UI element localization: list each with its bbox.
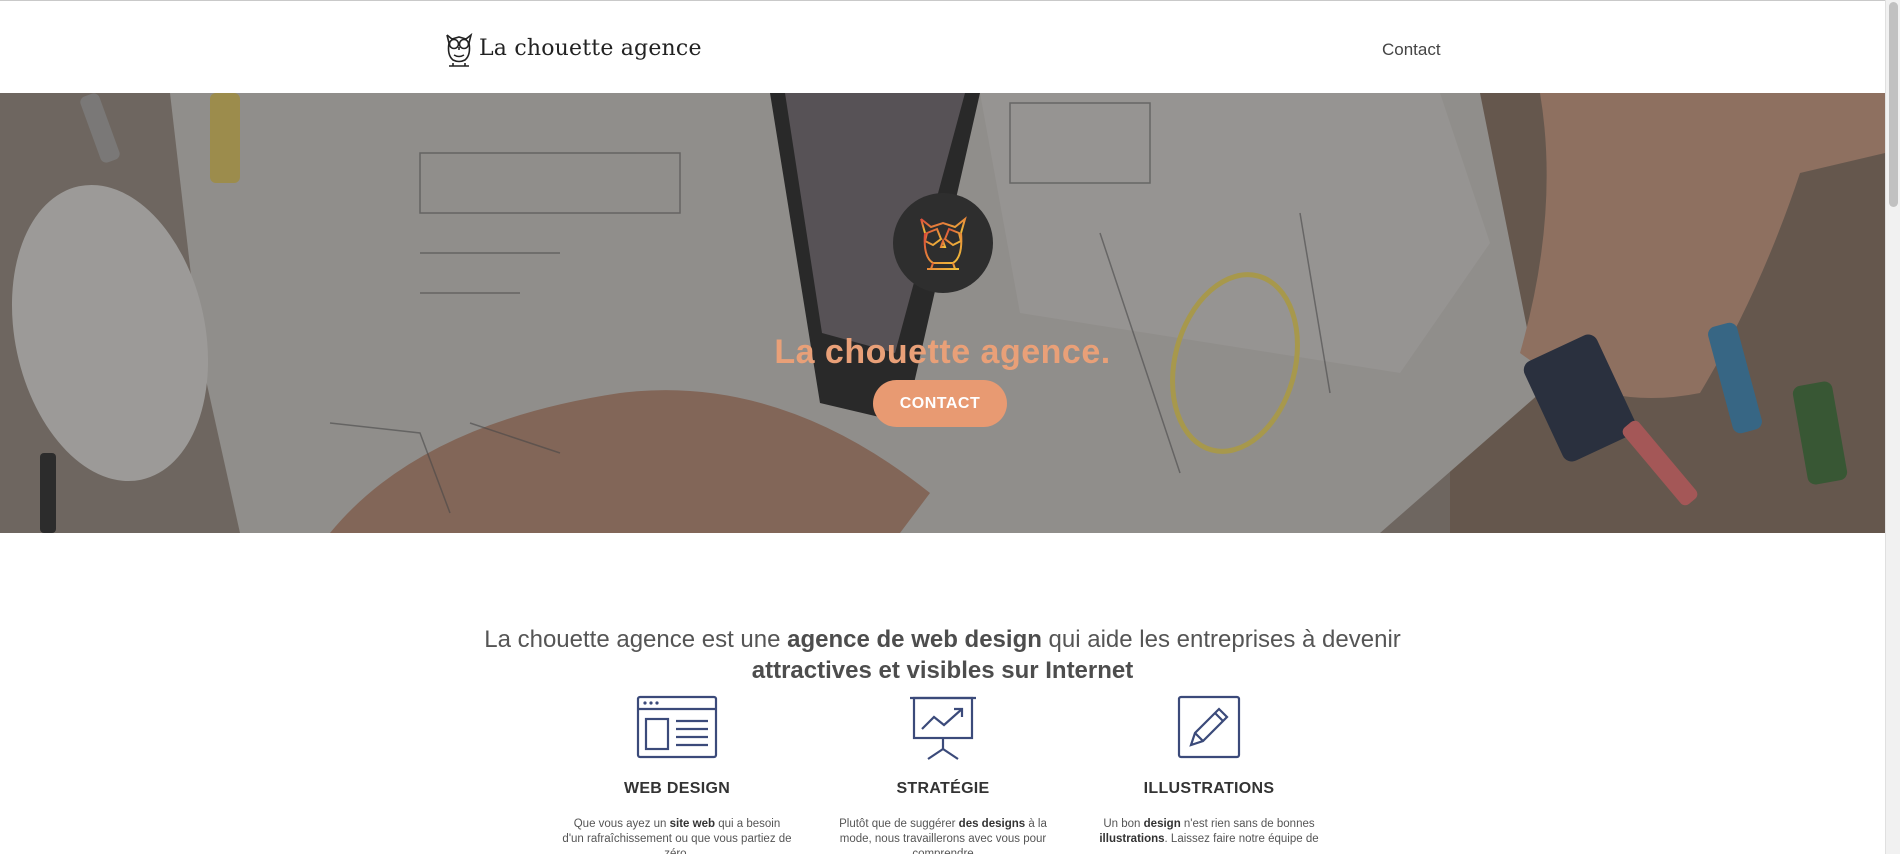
hero-banner: La chouette agence. CONTACT [0, 93, 1885, 533]
page: La chouette agence Contact La chouette a… [0, 0, 1885, 854]
service-text: Un bon [1103, 818, 1144, 830]
service-bold: des designs [958, 818, 1026, 830]
intro-text-part2: qui aide les entreprises à devenir [1041, 626, 1401, 653]
service-web-design: WEB DESIGN Que vous ayez un site web qui… [552, 695, 802, 854]
service-bold: design [1143, 818, 1181, 830]
brand-logo-link[interactable]: La chouette agence [443, 29, 702, 67]
service-illustrations: ILLUSTRATIONS Un bon design n'est rien s… [1084, 695, 1334, 845]
site-header: La chouette agence Contact [0, 0, 1885, 93]
hero-overlay [0, 93, 1885, 533]
service-bold: site web [669, 818, 716, 830]
service-description: Que vous ayez un site web qui a besoin d… [562, 817, 792, 854]
service-description: Un bon design n'est rien sans de bonnes … [1094, 817, 1324, 847]
nav-contact-link[interactable]: Contact [1382, 40, 1441, 60]
pencil-frame-icon [1177, 695, 1241, 759]
page-scrollbar[interactable] [1885, 0, 1900, 854]
intro-text-part1: La chouette agence est une [484, 626, 788, 653]
service-bold: illustrations [1099, 833, 1165, 845]
intro-text-bold2: attractives et visibles sur Internet [751, 657, 1134, 684]
owl-icon [920, 216, 967, 270]
hero-contact-button[interactable]: CONTACT [873, 380, 1007, 427]
hero-title: La chouette agence. [774, 332, 1111, 371]
service-title: ILLUSTRATIONS [1143, 780, 1275, 797]
scrollbar-thumb[interactable] [1889, 2, 1898, 207]
service-text: Plutôt que de suggérer [839, 818, 959, 830]
service-title: STRATÉGIE [896, 780, 990, 797]
service-title: WEB DESIGN [623, 780, 731, 797]
browser-window-icon [636, 695, 718, 759]
service-strategie: STRATÉGIE Plutôt que de suggérer des des… [818, 695, 1068, 854]
service-text: Que vous ayez un [573, 818, 670, 830]
service-description: Plutôt que de suggérer des designs à la … [828, 817, 1058, 854]
service-text: n'est rien sans de bonnes [1180, 818, 1315, 830]
intro-text: La chouette agence est une agence de web… [440, 624, 1445, 686]
intro-text-bold1: agence de web design [787, 626, 1042, 653]
service-text: . Laissez faire notre équipe de [1164, 833, 1319, 845]
owl-icon [446, 32, 473, 67]
brand-name: La chouette agence [479, 35, 702, 61]
presentation-chart-icon [910, 696, 976, 760]
hero-owl-badge [893, 193, 993, 293]
